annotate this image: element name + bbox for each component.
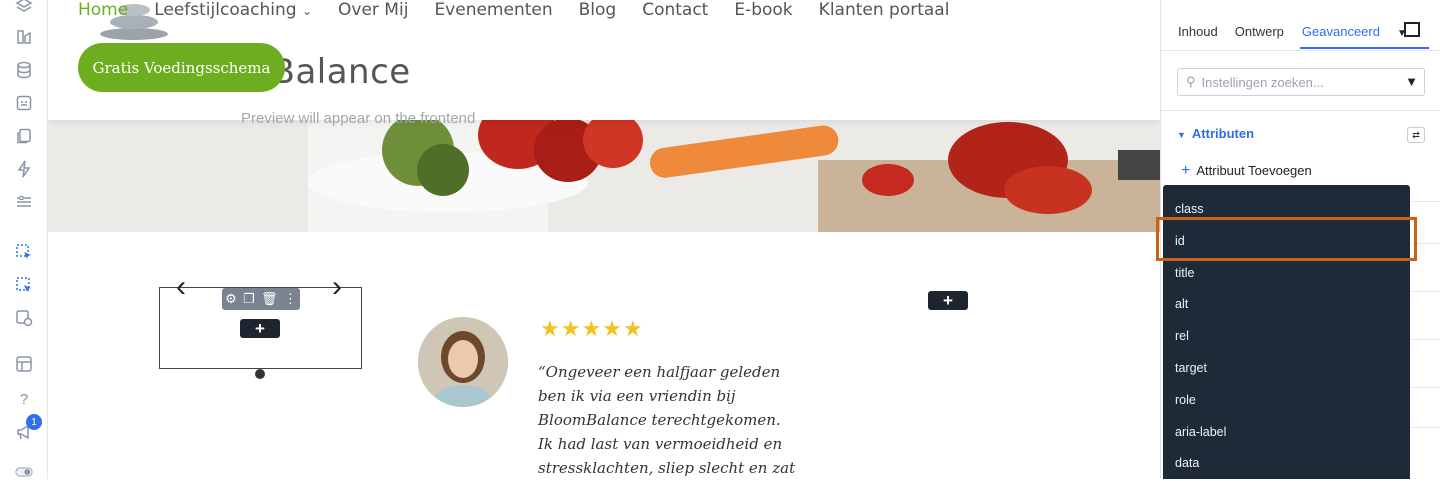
- database-icon[interactable]: [15, 61, 33, 79]
- gear-icon[interactable]: ⚙: [225, 291, 237, 307]
- testimonial-avatar: [418, 317, 508, 407]
- caret-down-icon: ▼: [1177, 130, 1186, 140]
- expand-panel-icon[interactable]: [1404, 22, 1420, 37]
- responsive-preview-icon[interactable]: [15, 309, 33, 327]
- layers-icon[interactable]: [15, 0, 33, 15]
- search-divider: [1161, 110, 1440, 111]
- main-nav: Home Leefstijlcoaching ⌄ Over Mij Evenem…: [78, 0, 949, 20]
- attribute-option[interactable]: title: [1175, 266, 1194, 280]
- nav-about[interactable]: Over Mij: [338, 0, 408, 20]
- panel-divider: [1412, 387, 1440, 388]
- attribute-option[interactable]: class: [1175, 202, 1203, 216]
- attribute-option[interactable]: rel: [1175, 329, 1189, 343]
- panel-divider: [1412, 339, 1440, 340]
- modules-icon[interactable]: [15, 28, 33, 46]
- carousel-prev-icon[interactable]: ‹: [176, 270, 186, 304]
- select-parent-icon[interactable]: [15, 276, 33, 294]
- tab-design[interactable]: Ontwerp: [1234, 24, 1290, 49]
- search-placeholder: Instellingen zoeken...: [1201, 74, 1324, 90]
- attribute-option[interactable]: data: [1175, 456, 1199, 470]
- carousel-next-icon[interactable]: ›: [332, 270, 342, 304]
- nav-contact[interactable]: Contact: [642, 0, 708, 20]
- add-attribute-label: Attribuut Toevoegen: [1196, 163, 1312, 178]
- tab-advanced-label: Geavanceerd: [1301, 24, 1380, 39]
- notification-badge: 1: [26, 414, 42, 430]
- nav-lifestyle-coaching[interactable]: Leefstijlcoaching ⌄: [154, 0, 312, 20]
- nav-blog[interactable]: Blog: [579, 0, 617, 20]
- nav-portal[interactable]: Klanten portaal: [819, 0, 950, 20]
- form-icon[interactable]: [15, 94, 33, 112]
- add-element-button-right[interactable]: +: [928, 291, 968, 310]
- nav-events[interactable]: Evenementen: [434, 0, 552, 20]
- trash-icon[interactable]: 🗑: [261, 291, 278, 307]
- theme-toggle-icon[interactable]: [15, 463, 33, 481]
- attributes-title: Attributen: [1191, 126, 1255, 141]
- add-element-button[interactable]: +: [240, 319, 280, 338]
- page-canvas: Home Leefstijlcoaching ⌄ Over Mij Evenem…: [48, 0, 1160, 479]
- nav-ebook[interactable]: E-book: [734, 0, 792, 20]
- panel-divider: [1412, 427, 1440, 428]
- panel-divider: [1412, 201, 1440, 202]
- testimonial-quote: “Ongeveer een halfjaar geleden ben ik vi…: [538, 363, 796, 477]
- preview-notice: Preview will appear on the frontend: [241, 110, 476, 127]
- panel-tabs: Inhoud Ontwerp Geavanceerd ▼: [1177, 24, 1439, 49]
- nav-lifestyle-label: Leefstijlcoaching: [154, 0, 297, 20]
- panel-divider: [1412, 291, 1440, 292]
- select-element-icon[interactable]: [15, 243, 33, 261]
- carousel-pagination-dot[interactable]: [255, 369, 265, 379]
- builder-sidebar: ? 1: [0, 0, 48, 479]
- more-icon[interactable]: ⋮: [284, 291, 297, 307]
- tabs-divider: [1161, 50, 1440, 51]
- help-icon[interactable]: ?: [15, 390, 33, 408]
- attribute-option[interactable]: alt: [1175, 297, 1188, 311]
- search-icon: ⚲: [1186, 74, 1196, 89]
- tab-content[interactable]: Inhoud: [1177, 24, 1224, 49]
- sliders-icon[interactable]: [15, 193, 33, 211]
- attribute-option[interactable]: role: [1175, 393, 1196, 407]
- chevron-down-icon: ⌄: [301, 4, 313, 18]
- add-attribute-button[interactable]: + Attribuut Toevoegen: [1181, 162, 1312, 180]
- lightning-icon[interactable]: [15, 160, 33, 178]
- nav-home[interactable]: Home: [78, 0, 128, 20]
- pages-icon[interactable]: [15, 127, 33, 145]
- rating-stars: ★★★★★: [540, 316, 644, 341]
- attribute-option[interactable]: target: [1175, 361, 1207, 375]
- site-header: Home Leefstijlcoaching ⌄ Over Mij Evenem…: [48, 0, 1160, 120]
- attributes-section-header[interactable]: ▼ Attributen: [1177, 126, 1254, 141]
- hero-vegetables-image: [48, 120, 1160, 232]
- highlight-annotation: [1156, 217, 1417, 261]
- duplicate-icon[interactable]: ❐: [243, 291, 255, 307]
- element-toolbar: ⚙ ❐ 🗑 ⋮: [222, 288, 300, 310]
- history-icon[interactable]: [15, 355, 33, 373]
- free-meal-plan-button[interactable]: Gratis Voedingsschema: [78, 43, 285, 92]
- attributes-options-icon[interactable]: ⇄: [1407, 127, 1425, 143]
- settings-search-input[interactable]: ⚲ Instellingen zoeken... ▼: [1177, 68, 1425, 96]
- filter-icon[interactable]: ▼: [1405, 74, 1418, 89]
- plus-icon: +: [1181, 162, 1191, 179]
- attribute-option[interactable]: aria-label: [1175, 425, 1226, 439]
